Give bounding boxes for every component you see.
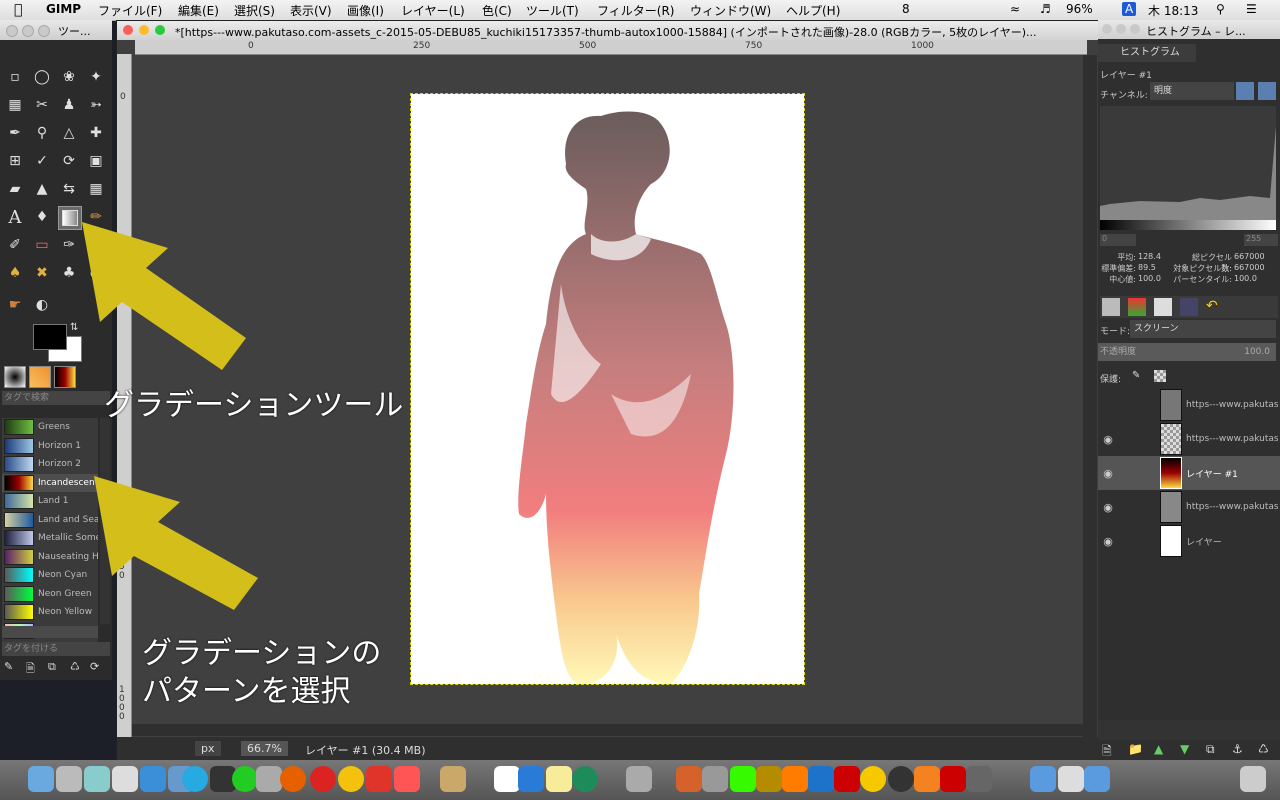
excel-icon[interactable] [572,766,598,792]
mac-dock [0,760,1280,800]
github-icon[interactable] [888,766,914,792]
dreamweaver-icon[interactable] [730,766,756,792]
finder-icon[interactable] [28,766,54,792]
app-red-icon[interactable] [940,766,966,792]
downloads-folder-icon[interactable] [1084,766,1110,792]
illustrator-icon[interactable] [782,766,808,792]
gimp-icon[interactable] [702,766,728,792]
contacts-icon[interactable] [440,766,466,792]
script-icon[interactable] [626,766,652,792]
app-orange-icon[interactable] [914,766,940,792]
arrow-to-gradient-tool [82,222,246,370]
annotation-gradient-tool: グラデーションツール [104,388,404,423]
mail-icon[interactable] [518,766,544,792]
fireworks-icon[interactable] [756,766,782,792]
appstore-icon[interactable] [140,766,166,792]
textedit-icon[interactable] [112,766,138,792]
firefox-icon[interactable] [280,766,306,792]
trash-icon[interactable] [1240,766,1266,792]
chrome-icon[interactable] [338,766,364,792]
arrow-to-gradient-list [94,476,258,610]
itunes-icon[interactable] [394,766,420,792]
unknown-app-icon[interactable] [256,766,282,792]
vivaldi-icon[interactable] [366,766,392,792]
notes-icon[interactable] [546,766,572,792]
cyberduck-icon[interactable] [860,766,886,792]
skype-icon[interactable] [182,766,208,792]
launchpad-icon[interactable] [56,766,82,792]
filezilla-icon[interactable] [834,766,860,792]
line-icon[interactable] [232,766,258,792]
applications-folder-icon[interactable] [1030,766,1056,792]
calendar-icon[interactable] [494,766,520,792]
photoshop-icon[interactable] [808,766,834,792]
terminal-icon[interactable] [966,766,992,792]
annotation-pattern-line2: パターンを選択 [142,674,351,709]
sublime-icon[interactable] [676,766,702,792]
documents-icon[interactable] [1058,766,1084,792]
opera-icon[interactable] [310,766,336,792]
photos-icon[interactable] [84,766,110,792]
